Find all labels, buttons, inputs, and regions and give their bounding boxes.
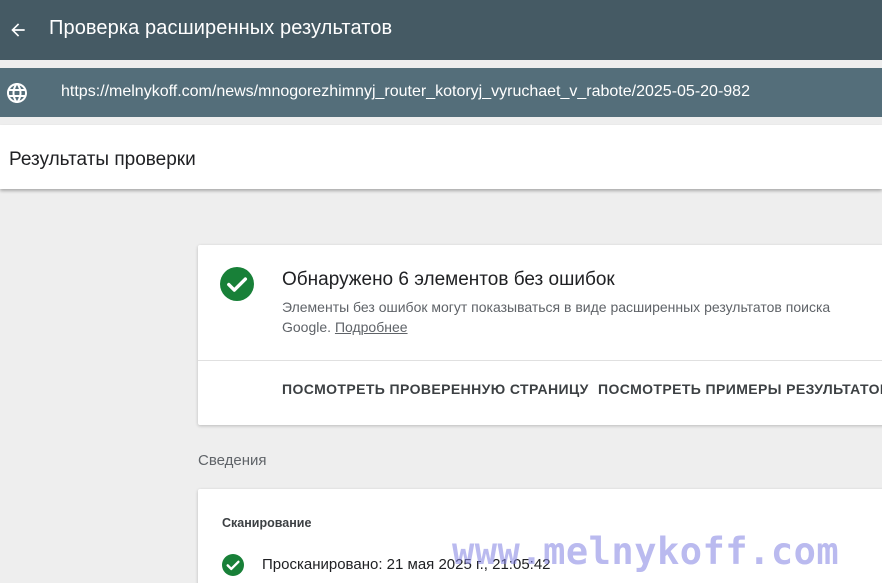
check-circle-icon <box>222 554 244 576</box>
page-title: Проверка расширенных результатов <box>49 17 393 39</box>
summary-title: Обнаружено 6 элементов без ошибок <box>282 269 615 290</box>
arrow-left-icon <box>11 23 25 37</box>
results-title: Результаты проверки <box>9 149 196 170</box>
view-result-examples-button[interactable]: ПОСМОТРЕТЬ ПРИМЕРЫ РЕЗУЛЬТАТОВ <box>598 381 882 397</box>
details-section-label: Сведения <box>198 452 267 469</box>
crawl-heading: Сканирование <box>222 516 312 530</box>
summary-card: Обнаружено 6 элементов без ошибок Элемен… <box>198 245 882 425</box>
watermark: www.melnykoff.com <box>452 530 840 573</box>
back-button[interactable] <box>2 10 34 50</box>
check-circle-icon <box>220 267 254 301</box>
globe-icon <box>4 80 30 106</box>
top-app-bar: Проверка расширенных результатов <box>0 0 882 60</box>
summary-description: Элементы без ошибок могут показываться в… <box>282 297 862 337</box>
results-header: Результаты проверки <box>0 125 882 189</box>
tested-url: https://melnykoff.com/news/mnogorezhimny… <box>61 83 750 100</box>
learn-more-link[interactable]: Подробнее <box>335 319 408 335</box>
tested-url-bar: https://melnykoff.com/news/mnogorezhimny… <box>0 68 882 117</box>
divider <box>198 360 882 361</box>
view-tested-page-button[interactable]: ПОСМОТРЕТЬ ПРОВЕРЕННУЮ СТРАНИЦУ <box>282 381 589 397</box>
